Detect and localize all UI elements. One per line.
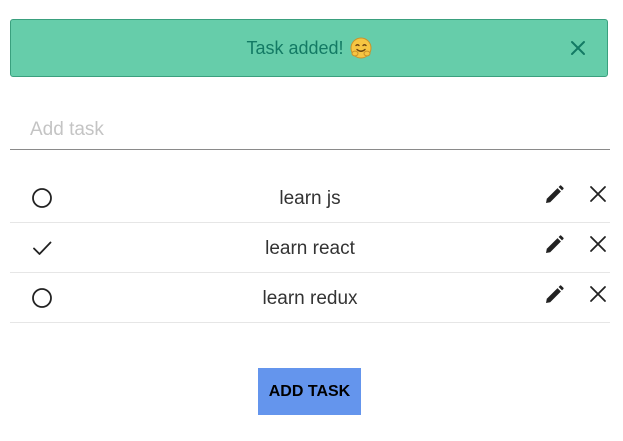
toast-close-icon[interactable]	[569, 39, 587, 57]
task-row: learn js	[10, 173, 610, 223]
delete-close-icon[interactable]	[589, 235, 607, 253]
toast-message: Task added!	[246, 37, 344, 58]
task-list: learn js learn react learn redux	[10, 173, 610, 323]
delete-close-icon[interactable]	[589, 285, 607, 303]
hugging-smile-emoji-icon	[350, 37, 372, 59]
edit-pencil-icon[interactable]	[543, 284, 565, 306]
task-label: learn react	[265, 238, 355, 259]
task-row: learn react	[10, 223, 610, 273]
add-task-button[interactable]: ADD TASK	[258, 368, 361, 415]
task-label: learn redux	[262, 288, 358, 309]
success-toast: Task added!	[10, 19, 608, 77]
task-row: learn redux	[10, 273, 610, 323]
add-task-input[interactable]	[10, 110, 610, 150]
edit-pencil-icon[interactable]	[543, 234, 565, 256]
task-label: learn js	[279, 188, 341, 209]
delete-close-icon[interactable]	[589, 185, 607, 203]
edit-pencil-icon[interactable]	[543, 184, 565, 206]
